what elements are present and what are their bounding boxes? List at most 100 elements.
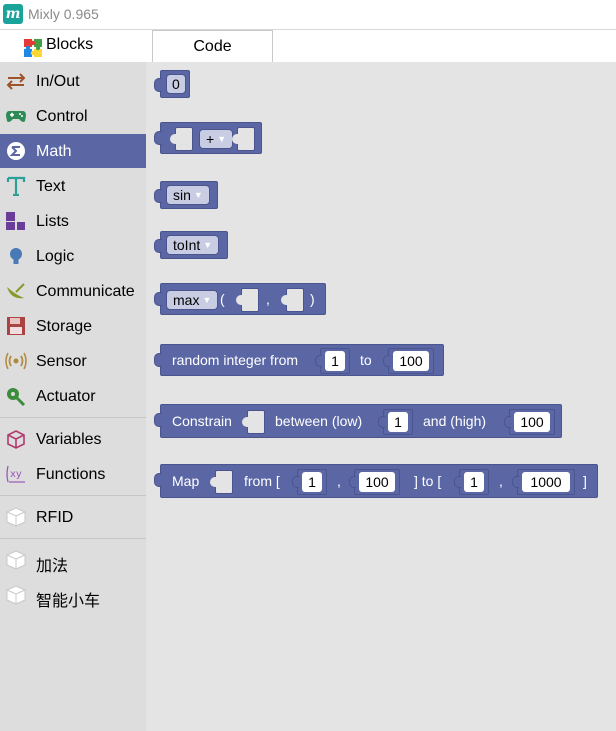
floppy-disk-icon bbox=[7, 317, 25, 335]
mixly-logo-icon: m bbox=[3, 4, 23, 24]
constrain-high-number-block[interactable]: 100 bbox=[504, 409, 555, 435]
toolbox-item-addition[interactable]: 加法 bbox=[0, 543, 146, 577]
toolbox-item-logic[interactable]: Logic bbox=[0, 239, 146, 273]
math-arithmetic-block[interactable]: + ▼ bbox=[154, 122, 262, 154]
toolbox-item-label: Lists bbox=[36, 213, 69, 230]
map-comma-label: , bbox=[499, 473, 503, 489]
lightbulb-icon bbox=[10, 248, 22, 264]
comma-label: , bbox=[266, 291, 270, 307]
math-convert-block[interactable]: toInt ▼ bbox=[154, 231, 228, 259]
map-close-bracket-label: ] bbox=[583, 473, 587, 489]
constrain-high-value[interactable]: 100 bbox=[514, 412, 550, 432]
svg-text:xy: xy bbox=[10, 469, 22, 480]
random-from-number-block[interactable]: 1 bbox=[315, 348, 350, 374]
math-random-int-block[interactable]: random integer from 1 to 100 bbox=[154, 344, 444, 376]
toolbox-item-in-out[interactable]: In/Out bbox=[0, 64, 146, 98]
function-xy-icon: xy bbox=[6, 465, 25, 483]
arithmetic-operator-dropdown[interactable]: + ▼ bbox=[199, 129, 234, 149]
toolbox: In/Out Control Math Text Lists Logic Com… bbox=[0, 62, 146, 731]
gamepad-icon bbox=[6, 111, 26, 122]
dropdown-arrow-icon: ▼ bbox=[217, 134, 227, 144]
max-min-label: max bbox=[173, 292, 200, 308]
toolbox-separator bbox=[0, 417, 146, 418]
math-constrain-block[interactable]: Constrain between (low) 1 and (high) 100 bbox=[154, 404, 562, 438]
trig-function-label: sin bbox=[173, 187, 191, 203]
toolbox-item-control[interactable]: Control bbox=[0, 99, 146, 133]
toolbox-item-communicate[interactable]: Communicate bbox=[0, 274, 146, 308]
variables-cube-icon bbox=[7, 430, 25, 449]
map-from-label: from [ bbox=[244, 473, 280, 489]
title-bar: m Mixly 0.965 bbox=[0, 0, 616, 30]
window-title: Mixly 0.965 bbox=[28, 6, 99, 22]
math-number-block[interactable]: 0 bbox=[154, 70, 190, 98]
map-from-low-value[interactable]: 1 bbox=[302, 472, 322, 492]
toolbox-item-sensor[interactable]: Sensor bbox=[0, 344, 146, 378]
constrain-low-value[interactable]: 1 bbox=[388, 412, 408, 432]
toolbox-item-label: Sensor bbox=[36, 353, 87, 370]
tab-code[interactable]: Code bbox=[152, 30, 273, 62]
math-max-min-block[interactable]: max ▼ ( , ) bbox=[154, 283, 326, 315]
random-to-number-block[interactable]: 100 bbox=[383, 348, 434, 374]
math-sigma-icon bbox=[7, 142, 25, 160]
toolbox-item-math[interactable]: Math bbox=[0, 134, 146, 168]
max-min-first-input[interactable] bbox=[236, 288, 259, 312]
math-trig-block[interactable]: sin ▼ bbox=[154, 181, 218, 209]
in-out-arrows-icon bbox=[6, 73, 26, 90]
toolbox-item-label: Actuator bbox=[36, 388, 96, 405]
map-from-low-number-block[interactable]: 1 bbox=[292, 469, 327, 495]
max-min-dropdown[interactable]: max ▼ bbox=[166, 290, 219, 310]
arithmetic-right-input[interactable] bbox=[232, 127, 255, 151]
constrain-value-input[interactable] bbox=[242, 410, 265, 434]
blocks-workspace: 0 + ▼ sin ▼ toInt ▼ max ▼ ( , ) random integ… bbox=[146, 62, 616, 731]
constrain-label: Constrain bbox=[172, 413, 232, 429]
dropdown-arrow-icon: ▼ bbox=[203, 240, 213, 250]
open-paren-label: ( bbox=[220, 291, 225, 307]
close-paren-label: ) bbox=[310, 291, 315, 307]
cube-icon bbox=[6, 550, 26, 570]
toolbox-item-text[interactable]: Text bbox=[0, 169, 146, 203]
toolbox-item-smart-car[interactable]: 智能小车 bbox=[0, 578, 146, 612]
map-comma-label: , bbox=[337, 473, 341, 489]
constrain-low-number-block[interactable]: 1 bbox=[378, 409, 413, 435]
letter-t-icon bbox=[6, 176, 26, 196]
puzzle-icon bbox=[24, 39, 42, 57]
convert-function-dropdown[interactable]: toInt ▼ bbox=[166, 235, 220, 255]
toolbox-separator bbox=[0, 495, 146, 496]
max-min-second-input[interactable] bbox=[281, 288, 304, 312]
tab-blocks[interactable]: Blocks bbox=[0, 30, 146, 62]
random-from-value[interactable]: 1 bbox=[325, 351, 345, 371]
constrain-between-label: between (low) bbox=[275, 413, 363, 429]
trig-function-dropdown[interactable]: sin ▼ bbox=[166, 185, 210, 205]
operator-label: + bbox=[206, 131, 215, 147]
map-to-low-number-block[interactable]: 1 bbox=[454, 469, 489, 495]
random-to-label: to bbox=[360, 352, 372, 368]
toolbox-item-label: Communicate bbox=[36, 283, 135, 300]
toolbox-item-lists[interactable]: Lists bbox=[0, 204, 146, 238]
sensor-waves-icon bbox=[5, 352, 27, 370]
toolbox-item-rfid[interactable]: RFID bbox=[0, 500, 146, 534]
toolbox-item-label: RFID bbox=[36, 509, 74, 526]
toolbox-item-label: 加法 bbox=[36, 558, 69, 575]
map-value-input[interactable] bbox=[210, 470, 233, 494]
convert-function-label: toInt bbox=[173, 237, 201, 253]
cube-icon bbox=[6, 585, 26, 605]
toolbox-item-label: 智能小车 bbox=[36, 593, 101, 610]
math-map-block[interactable]: Map from [ 1 , 100 ] to [ 1 , 1000 ] bbox=[154, 464, 598, 498]
toolbox-item-label: Control bbox=[36, 108, 88, 125]
random-int-label: random integer from bbox=[172, 352, 299, 368]
arithmetic-left-input[interactable] bbox=[170, 127, 193, 151]
toolbox-item-storage[interactable]: Storage bbox=[0, 309, 146, 343]
toolbox-item-actuator[interactable]: Actuator bbox=[0, 379, 146, 413]
toolbox-item-functions[interactable]: xy Functions bbox=[0, 457, 146, 491]
number-value-field[interactable]: 0 bbox=[166, 74, 186, 94]
toolbox-item-variables[interactable]: Variables bbox=[0, 422, 146, 456]
map-to-low-value[interactable]: 1 bbox=[464, 472, 484, 492]
tab-bar: Blocks Code bbox=[0, 30, 616, 62]
map-to-high-number-block[interactable]: 1000 bbox=[512, 469, 575, 495]
map-from-high-value[interactable]: 100 bbox=[359, 472, 395, 492]
map-from-high-number-block[interactable]: 100 bbox=[349, 469, 400, 495]
map-label: Map bbox=[172, 473, 200, 489]
map-to-high-value[interactable]: 1000 bbox=[522, 472, 570, 492]
tab-blocks-label: Blocks bbox=[46, 36, 94, 53]
random-to-value[interactable]: 100 bbox=[393, 351, 429, 371]
